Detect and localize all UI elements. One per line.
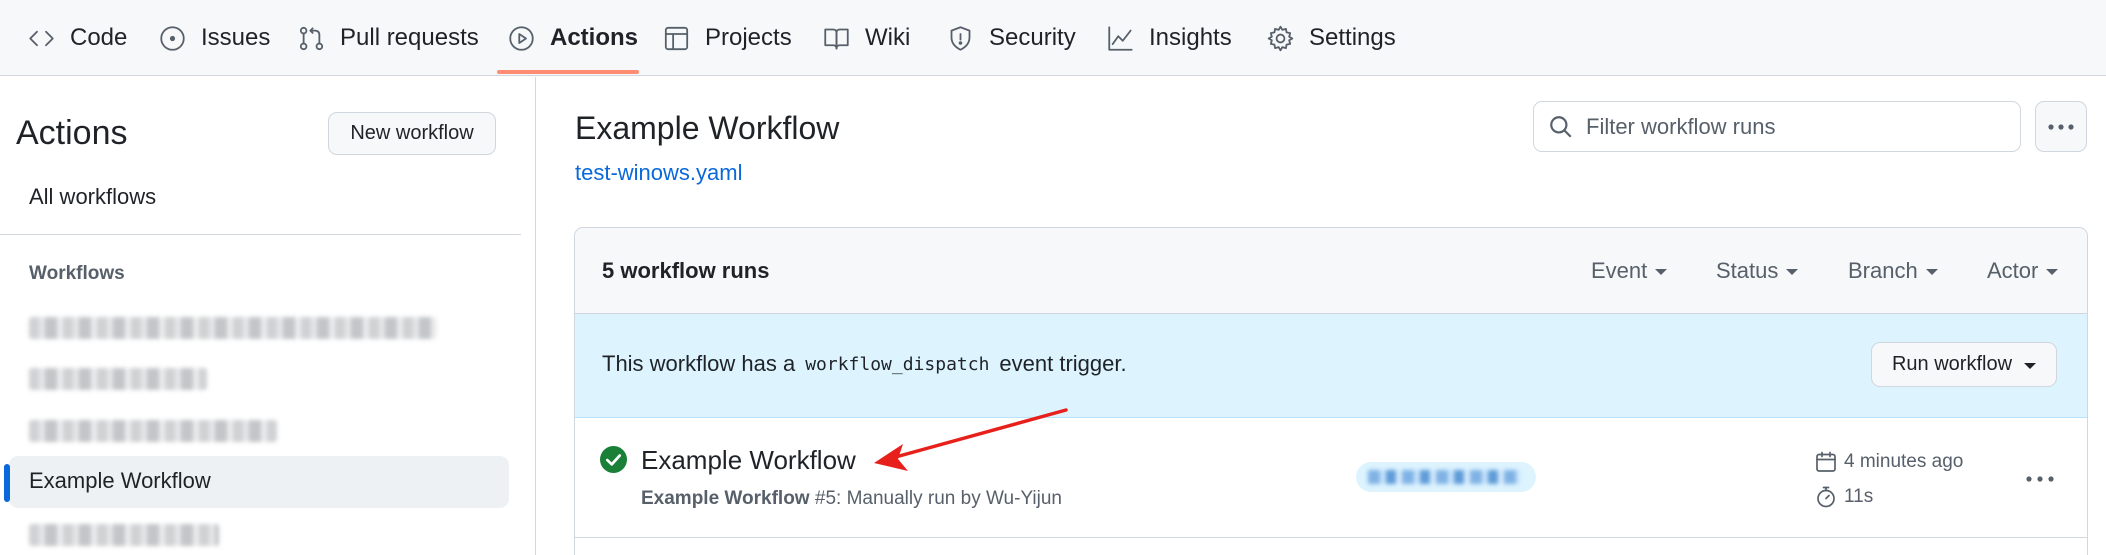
- tab-actions-label: Actions: [550, 24, 639, 51]
- tab-issues-label: Issues: [201, 24, 271, 51]
- actor-filter-dropdown[interactable]: Actor: [1987, 258, 2059, 284]
- tab-settings[interactable]: Settings: [1267, 0, 1396, 76]
- new-workflow-button[interactable]: New workflow: [328, 112, 496, 155]
- tab-wiki[interactable]: Wiki: [823, 0, 910, 76]
- all-workflows-link[interactable]: All workflows: [29, 184, 156, 210]
- run-workflow-button[interactable]: Run workflow: [1871, 342, 2057, 387]
- event-filter-label: Event: [1591, 258, 1648, 283]
- stopwatch-icon: [1817, 486, 1835, 508]
- dispatch-text-after: event trigger.: [999, 351, 1127, 376]
- tab-code[interactable]: Code: [28, 0, 127, 76]
- tab-insights[interactable]: Insights: [1107, 0, 1232, 76]
- runs-count: 5 workflow runs: [602, 258, 770, 283]
- sidebar-title: Actions: [16, 114, 128, 152]
- tab-pull-requests-label: Pull requests: [340, 24, 479, 51]
- caret-down-icon: [2046, 269, 2059, 275]
- caret-down-icon: [1655, 269, 1668, 275]
- play-icon: [509, 25, 534, 51]
- workflow-dispatch-banner: This workflow has a workflow_dispatch ev…: [575, 314, 2087, 418]
- workflows-section-label: Workflows: [29, 263, 125, 284]
- dispatch-text-before: This workflow has a: [602, 351, 796, 376]
- workflow-menu-button[interactable]: [2035, 101, 2087, 152]
- workflow-run-row[interactable]: [575, 418, 2087, 538]
- caret-down-icon: [1925, 269, 1938, 275]
- branch-filter-label: Branch: [1848, 258, 1918, 283]
- tab-security[interactable]: Security: [947, 0, 1076, 76]
- tab-wiki-label: Wiki: [865, 24, 911, 51]
- filter-workflow-runs[interactable]: [1533, 101, 2021, 152]
- event-filter-dropdown[interactable]: Event: [1591, 258, 1668, 284]
- run-menu-button[interactable]: [2022, 468, 2058, 488]
- run-duration-label: 11s: [1844, 486, 1874, 507]
- run-subtitle-detail: #5: Manually run by Wu-Yijun: [814, 488, 1062, 509]
- runs-header: 5 workflow runs Event Status Branch Acto…: [575, 228, 2087, 314]
- run-workflow-label: Run workflow: [1891, 353, 2013, 375]
- tab-pull-requests[interactable]: Pull requests: [298, 0, 479, 76]
- status-filter-dropdown[interactable]: Status: [1716, 258, 1799, 284]
- tab-projects-label: Projects: [705, 24, 792, 51]
- check-circle-fill-icon: [600, 446, 627, 473]
- sidebar-item-redacted-4[interactable]: [29, 524, 219, 546]
- run-subtitle: Example Workflow #5: Manually run by Wu-…: [641, 488, 1062, 510]
- issue-opened-icon: [160, 25, 185, 51]
- run-title-link[interactable]: Example Workflow: [641, 445, 856, 476]
- graph-icon: [1108, 25, 1133, 51]
- filter-input[interactable]: [1586, 113, 2006, 140]
- table-icon: [664, 26, 689, 50]
- dispatch-message: This workflow has a workflow_dispatch ev…: [602, 351, 1127, 377]
- tab-projects[interactable]: Projects: [663, 0, 792, 76]
- active-tab-underline: [497, 70, 639, 74]
- sidebar-border: [535, 77, 536, 555]
- workflow-file-link[interactable]: test-winows.yaml: [575, 160, 742, 186]
- kebab-horizontal-icon: [2048, 123, 2074, 130]
- tab-issues[interactable]: Issues: [159, 0, 270, 76]
- tab-code-label: Code: [70, 24, 128, 51]
- active-item-indicator: [4, 464, 10, 502]
- search-icon: [1550, 115, 1572, 138]
- run-time-ago: 4 minutes ago: [1814, 450, 1963, 474]
- kebab-horizontal-icon: [2026, 475, 2054, 482]
- branch-pill-redacted[interactable]: [1356, 462, 1536, 492]
- caret-down-icon: [2024, 362, 2037, 369]
- tab-actions[interactable]: Actions: [508, 0, 638, 76]
- caret-down-icon: [1786, 269, 1799, 275]
- tab-security-label: Security: [989, 24, 1076, 51]
- repo-navigation: Code Issues Pull requests Actions Projec…: [0, 0, 2106, 76]
- sidebar-item-redacted-1[interactable]: [29, 317, 437, 339]
- sidebar-item-example-workflow-label: Example Workflow: [29, 468, 211, 493]
- calendar-icon: [1816, 451, 1836, 472]
- status-filter-label: Status: [1716, 258, 1779, 283]
- run-duration: 11s: [1814, 485, 1873, 509]
- branch-filter-dropdown[interactable]: Branch: [1848, 258, 1938, 284]
- gear-icon: [1267, 25, 1294, 51]
- sidebar-item-redacted-3[interactable]: [29, 420, 277, 442]
- sidebar-divider: [0, 234, 521, 235]
- sidebar-item-redacted-2[interactable]: [29, 368, 207, 390]
- book-icon: [824, 28, 849, 50]
- actor-filter-label: Actor: [1987, 258, 2039, 283]
- shield-icon: [950, 25, 971, 51]
- workflow-title: Example Workflow: [575, 110, 840, 146]
- tab-settings-label: Settings: [1309, 24, 1396, 51]
- git-pull-request-icon: [299, 26, 324, 50]
- tab-insights-label: Insights: [1149, 24, 1232, 51]
- dispatch-code: workflow_dispatch: [805, 353, 990, 375]
- run-subtitle-workflow: Example Workflow: [641, 488, 810, 509]
- code-icon: [29, 30, 54, 46]
- run-time-ago-label: 4 minutes ago: [1844, 451, 1964, 472]
